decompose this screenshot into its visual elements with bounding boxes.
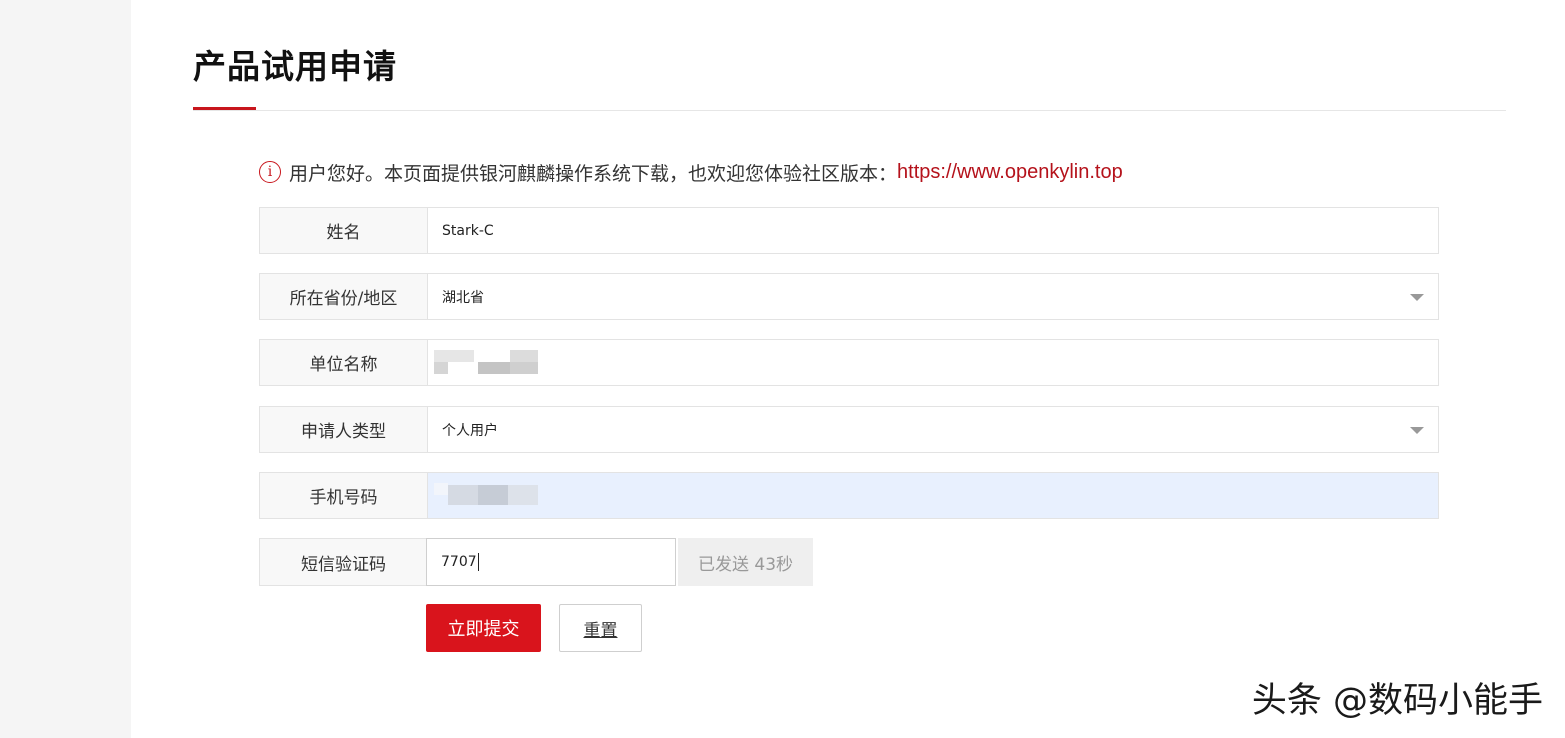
applicant-type-row: 申请人类型 个人用户 xyxy=(259,406,1439,453)
company-label: 单位名称 xyxy=(260,340,428,385)
redacted-blur xyxy=(434,483,448,495)
redacted-blur xyxy=(508,485,538,505)
notice-banner: i 用户您好。本页面提供银河麒麟操作系统下载，也欢迎您体验社区版本： https… xyxy=(259,157,1123,187)
province-value: 湖北省 xyxy=(442,289,484,306)
redacted-blur xyxy=(434,362,448,374)
chevron-down-icon xyxy=(1410,294,1424,301)
openkylin-link[interactable]: https://www.openkylin.top xyxy=(897,161,1123,184)
redacted-blur xyxy=(478,362,510,374)
page-title: 产品试用申请 xyxy=(193,47,397,86)
company-input[interactable] xyxy=(428,340,1438,385)
name-value: Stark-C xyxy=(442,222,494,239)
notice-text: 用户您好。本页面提供银河麒麟操作系统下载，也欢迎您体验社区版本： xyxy=(289,162,898,185)
phone-row: 手机号码 xyxy=(259,472,1439,519)
left-gutter xyxy=(0,0,131,738)
resend-code-button[interactable]: 已发送 43秒 xyxy=(678,538,813,586)
sms-code-input[interactable]: 7707 xyxy=(426,538,676,586)
name-input[interactable]: Stark-C xyxy=(428,208,1438,253)
name-label: 姓名 xyxy=(260,208,428,253)
redacted-blur xyxy=(510,350,538,362)
text-cursor xyxy=(477,553,479,571)
redacted-blur xyxy=(434,350,474,362)
applicant-type-select[interactable]: 个人用户 xyxy=(428,407,1438,452)
redacted-blur xyxy=(448,485,478,505)
submit-button[interactable]: 立即提交 xyxy=(426,604,541,652)
name-row: 姓名 Stark-C xyxy=(259,207,1439,254)
title-accent-bar xyxy=(193,107,256,110)
info-icon: i xyxy=(259,161,281,183)
company-row: 单位名称 xyxy=(259,339,1439,386)
province-label: 所在省份/地区 xyxy=(260,274,428,319)
redacted-blur xyxy=(478,485,508,505)
applicant-type-value: 个人用户 xyxy=(442,422,498,439)
applicant-type-label: 申请人类型 xyxy=(260,407,428,452)
redacted-blur xyxy=(510,362,538,374)
phone-label: 手机号码 xyxy=(260,473,428,518)
reset-button[interactable]: 重置 xyxy=(559,604,642,652)
province-select[interactable]: 湖北省 xyxy=(428,274,1438,319)
sms-code-value: 7707 xyxy=(441,554,477,570)
sms-code-label: 短信验证码 xyxy=(259,538,427,586)
watermark: 头条 @数码小能手 xyxy=(1251,681,1543,721)
title-divider xyxy=(193,110,1506,111)
phone-input[interactable] xyxy=(428,473,1438,518)
chevron-down-icon xyxy=(1410,427,1424,434)
province-row: 所在省份/地区 湖北省 xyxy=(259,273,1439,320)
